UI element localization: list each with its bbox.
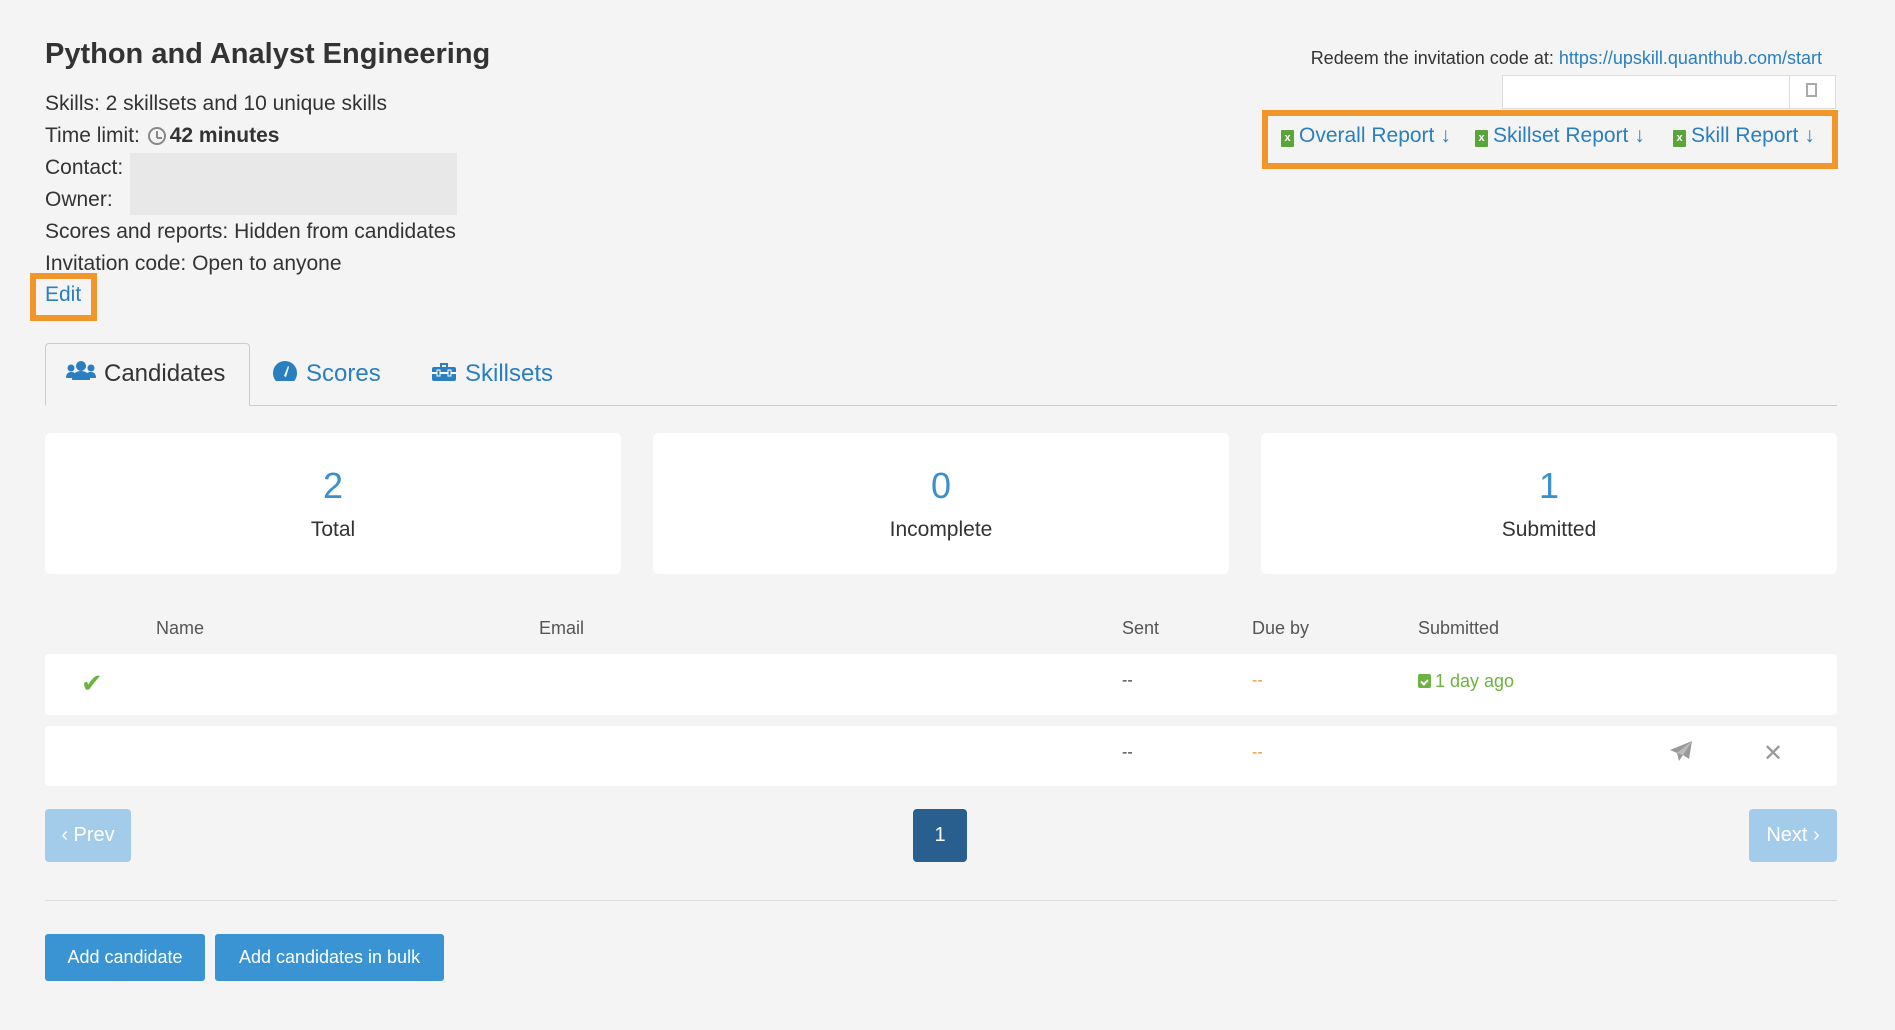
stat-card-submitted: 1 Submitted — [1261, 433, 1837, 574]
table-row[interactable]: ✔ -- -- 1 day ago — [45, 654, 1837, 715]
submitted-text: 1 day ago — [1435, 671, 1515, 691]
stat-total-value: 2 — [322, 465, 344, 506]
redeem-label: Redeem the invitation code at: — [1310, 48, 1554, 68]
skill-report-label: Skill Report — [1691, 124, 1799, 147]
tabs-divider — [45, 405, 1837, 406]
overall-report-link[interactable]: x Overall Report ↓ — [1281, 124, 1451, 148]
redeem-url-link[interactable]: https://upskill.quanthub.com/start — [1559, 48, 1822, 68]
due-by-value: -- — [1252, 672, 1263, 689]
next-page-button[interactable]: Next › — [1749, 809, 1837, 862]
prev-page-button[interactable]: ‹ Prev — [45, 809, 131, 862]
tab-candidates-label: Candidates — [104, 360, 226, 387]
section-divider — [45, 900, 1837, 901]
skillset-report-label: Skillset Report — [1493, 124, 1629, 147]
scores-visibility: Scores and reports: Hidden from candidat… — [45, 220, 456, 243]
sent-value: -- — [1122, 744, 1133, 761]
column-header-sent[interactable]: Sent — [1122, 618, 1159, 639]
column-header-name[interactable]: Name — [156, 618, 204, 639]
skill-report-link[interactable]: x Skill Report ↓ — [1673, 124, 1815, 148]
column-header-email[interactable]: Email — [539, 618, 584, 639]
send-invite-icon[interactable] — [1669, 740, 1693, 769]
tab-skillsets-label: Skillsets — [465, 360, 554, 387]
stat-card-total: 2 Total — [45, 433, 621, 574]
redeem-text: Redeem the invitation code at: https://u… — [1311, 48, 1822, 69]
edit-link[interactable]: Edit — [45, 283, 81, 307]
stat-incomplete-value: 0 — [930, 465, 952, 506]
tab-scores[interactable]: Scores — [272, 360, 381, 389]
invitation-code-setting: Invitation code: Open to anyone — [45, 252, 342, 275]
toolbox-icon — [431, 360, 457, 389]
invitation-code-field[interactable] — [1502, 75, 1836, 109]
stat-submitted-value: 1 — [1538, 465, 1560, 506]
column-header-submitted[interactable]: Submitted — [1418, 618, 1499, 639]
users-icon — [66, 360, 96, 389]
table-row[interactable]: -- -- ✕ — [45, 726, 1837, 786]
tab-scores-label: Scores — [306, 360, 381, 387]
download-arrow-icon: ↓ — [1440, 124, 1451, 147]
tab-skillsets[interactable]: Skillsets — [431, 360, 553, 389]
download-arrow-icon: ↓ — [1634, 124, 1645, 147]
stat-card-incomplete: 0 Incomplete — [653, 433, 1229, 574]
column-header-due-by[interactable]: Due by — [1252, 618, 1309, 639]
time-limit-value: 42 minutes — [169, 124, 280, 147]
download-arrow-icon: ↓ — [1804, 124, 1815, 147]
time-limit: Time limit: 42 minutes — [45, 120, 456, 152]
page-1-button[interactable]: 1 — [913, 809, 967, 862]
clock-icon — [147, 127, 166, 145]
stat-submitted-label: Submitted — [1501, 518, 1597, 541]
excel-file-icon: x — [1673, 130, 1686, 147]
page-title: Python and Analyst Engineering — [45, 38, 491, 70]
due-by-value: -- — [1252, 744, 1263, 761]
gauge-icon — [272, 360, 298, 389]
add-candidate-button[interactable]: Add candidate — [45, 934, 205, 981]
add-candidates-bulk-button[interactable]: Add candidates in bulk — [215, 934, 444, 981]
sent-value: -- — [1122, 672, 1133, 689]
owner-label: Owner: — [45, 188, 113, 211]
skillset-report-link[interactable]: x Skillset Report ↓ — [1475, 124, 1645, 148]
skills-summary: Skills: 2 skillsets and 10 unique skills — [45, 92, 387, 115]
tab-candidates[interactable]: Candidates — [66, 360, 225, 389]
excel-file-icon: x — [1281, 130, 1294, 147]
copy-button[interactable] — [1789, 75, 1836, 109]
redacted-contact-owner — [130, 153, 457, 215]
overall-report-label: Overall Report — [1299, 124, 1435, 147]
submitted-value: 1 day ago — [1418, 671, 1514, 692]
check-icon: ✔ — [81, 668, 103, 698]
copy-icon — [1801, 83, 1817, 103]
stat-total-label: Total — [310, 518, 356, 541]
excel-file-icon: x — [1475, 130, 1488, 147]
time-limit-label: Time limit: — [45, 124, 140, 147]
contact-label: Contact: — [45, 156, 124, 179]
remove-candidate-icon[interactable]: ✕ — [1763, 739, 1783, 768]
calendar-check-icon — [1418, 674, 1431, 688]
stat-incomplete-label: Incomplete — [889, 518, 993, 541]
